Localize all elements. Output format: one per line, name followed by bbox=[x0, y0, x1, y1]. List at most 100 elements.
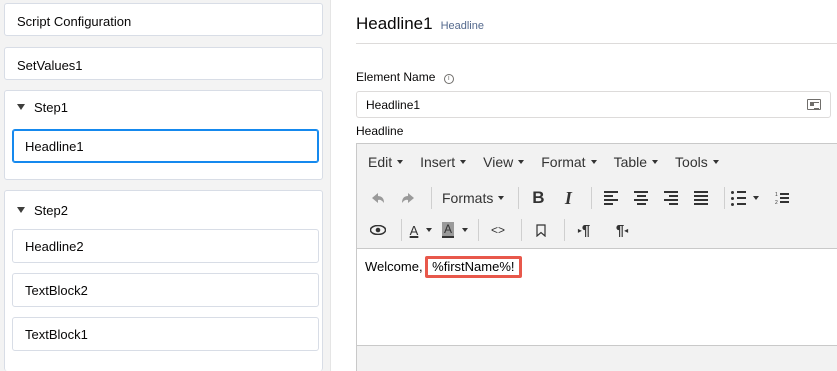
menu-tools[interactable]: Tools bbox=[675, 154, 719, 170]
step-element-headline2[interactable]: Headline2 bbox=[12, 229, 319, 263]
caret-down-icon bbox=[460, 160, 467, 164]
caret-down-icon bbox=[462, 228, 469, 232]
editor-content-area[interactable]: Welcome, %firstName%! bbox=[357, 249, 837, 345]
align-right-icon bbox=[664, 191, 679, 205]
source-code-button[interactable]: <> bbox=[485, 217, 511, 243]
editor-toolbar-area: Edit Insert View Format Table Tools Form… bbox=[357, 144, 837, 249]
step-element-textblock1[interactable]: TextBlock1 bbox=[12, 317, 319, 351]
header-divider bbox=[356, 43, 837, 44]
set-values-item[interactable]: SetValues1 bbox=[4, 47, 323, 80]
caret-down-icon bbox=[518, 160, 525, 164]
svg-text:1: 1 bbox=[775, 192, 778, 198]
caret-down-icon[interactable] bbox=[17, 207, 25, 213]
align-justify-button[interactable] bbox=[688, 185, 714, 211]
element-name-input[interactable]: Headline1 bbox=[356, 91, 831, 118]
element-name-value: Headline1 bbox=[366, 97, 421, 112]
element-name-label: Element Name i bbox=[356, 70, 454, 84]
left-to-right-icon: ¶ bbox=[581, 221, 591, 239]
sidebar: Script Configuration SetValues1 Step1 He… bbox=[0, 0, 330, 371]
rich-text-editor: Edit Insert View Format Table Tools Form… bbox=[356, 143, 837, 371]
italic-button[interactable]: I bbox=[555, 185, 581, 211]
content-prefix: Welcome, bbox=[365, 259, 427, 274]
numbered-list-button[interactable]: 1 2 bbox=[769, 185, 795, 211]
element-type-label: Headline bbox=[440, 20, 484, 32]
toolbar-separator bbox=[431, 187, 432, 209]
element-name-label-text: Element Name bbox=[356, 70, 436, 84]
step-element-label: Headline2 bbox=[25, 238, 84, 254]
toolbar-separator bbox=[564, 219, 566, 241]
menu-edit[interactable]: Edit bbox=[368, 154, 404, 170]
step-element-label: Headline1 bbox=[25, 138, 84, 154]
align-center-icon bbox=[634, 191, 649, 205]
align-left-button[interactable] bbox=[598, 185, 624, 211]
step-element-textblock2[interactable]: TextBlock2 bbox=[12, 273, 319, 307]
eye-icon bbox=[370, 225, 386, 235]
menu-format[interactable]: Format bbox=[541, 154, 597, 170]
caret-down-icon bbox=[397, 160, 404, 164]
menu-table[interactable]: Table bbox=[614, 154, 659, 170]
step-element-label: TextBlock1 bbox=[25, 326, 88, 342]
background-color-icon: A bbox=[442, 222, 455, 238]
toolbar-separator bbox=[401, 219, 402, 241]
panel-header: Headline1 Headline bbox=[356, 14, 484, 34]
toolbar-separator bbox=[591, 187, 593, 209]
text-color-icon: A bbox=[409, 222, 419, 238]
text-color-button[interactable]: A bbox=[408, 217, 434, 243]
merge-field-token: %firstName%! bbox=[425, 256, 522, 278]
caret-down-icon bbox=[652, 160, 659, 164]
script-configuration-label: Script Configuration bbox=[17, 14, 132, 29]
contact-card-icon bbox=[807, 99, 821, 110]
caret-down-icon bbox=[498, 196, 505, 200]
redo-button[interactable] bbox=[395, 185, 421, 211]
preview-button[interactable] bbox=[365, 217, 391, 243]
caret-down-icon[interactable] bbox=[17, 104, 25, 110]
element-properties-panel: Headline1 Headline Element Name i Headli… bbox=[330, 0, 837, 371]
step-element-label: TextBlock2 bbox=[25, 282, 88, 298]
step1-label: Step1 bbox=[34, 99, 68, 115]
toolbar-separator bbox=[478, 219, 480, 241]
editor-menubar: Edit Insert View Format Table Tools bbox=[357, 144, 736, 180]
align-left-icon bbox=[604, 191, 619, 205]
set-values-label: SetValues1 bbox=[17, 58, 83, 73]
toolbar-separator bbox=[518, 187, 520, 209]
bullet-list-button[interactable] bbox=[731, 185, 760, 211]
step1-group: Step1 Headline1 bbox=[4, 90, 323, 180]
svg-text:2: 2 bbox=[775, 200, 778, 205]
menu-insert[interactable]: Insert bbox=[420, 154, 467, 170]
caret-down-icon bbox=[590, 160, 597, 164]
step2-label: Step2 bbox=[34, 202, 68, 218]
right-to-left-icon: ¶ bbox=[615, 221, 625, 239]
menu-view[interactable]: View bbox=[483, 154, 525, 170]
editor-content: Welcome, %firstName%! bbox=[365, 256, 522, 281]
step-element-headline1[interactable]: Headline1 bbox=[12, 129, 319, 163]
toolbar-separator bbox=[521, 219, 523, 241]
editor-toolbar-row-2: A A <> ▸ ¶ ¶ ◂ bbox=[357, 214, 639, 246]
caret-down-icon bbox=[753, 196, 760, 200]
background-color-button[interactable]: A bbox=[442, 217, 469, 243]
page-title: Headline1 bbox=[356, 14, 433, 33]
numbered-list-icon: 1 2 bbox=[775, 192, 790, 205]
caret-down-icon bbox=[712, 160, 719, 164]
undo-icon bbox=[372, 193, 384, 203]
headline-label: Headline bbox=[356, 124, 404, 138]
bold-button[interactable]: B bbox=[525, 185, 551, 211]
ltr-paragraph-button[interactable]: ▸ ¶ bbox=[571, 217, 597, 243]
align-justify-icon bbox=[694, 191, 709, 205]
formats-dropdown[interactable]: Formats bbox=[438, 185, 508, 211]
bookmark-button[interactable] bbox=[528, 217, 554, 243]
script-configuration-item[interactable]: Script Configuration bbox=[4, 3, 323, 36]
rtl-paragraph-button[interactable]: ¶ ◂ bbox=[609, 217, 635, 243]
editor-toolbar-row-1: Formats B I 1 2 bbox=[357, 182, 799, 214]
bullet-list-icon bbox=[731, 191, 746, 206]
redo-icon bbox=[402, 193, 414, 203]
step2-group: Step2 Headline2 TextBlock2 TextBlock1 bbox=[4, 190, 323, 371]
step1-header[interactable]: Step1 bbox=[5, 91, 322, 123]
align-center-button[interactable] bbox=[628, 185, 654, 211]
step2-header[interactable]: Step2 bbox=[5, 193, 322, 227]
editor-statusbar bbox=[357, 345, 837, 371]
undo-button[interactable] bbox=[365, 185, 391, 211]
info-icon[interactable]: i bbox=[443, 74, 454, 84]
align-right-button[interactable] bbox=[658, 185, 684, 211]
caret-down-icon bbox=[426, 228, 433, 232]
bookmark-icon bbox=[536, 223, 546, 237]
